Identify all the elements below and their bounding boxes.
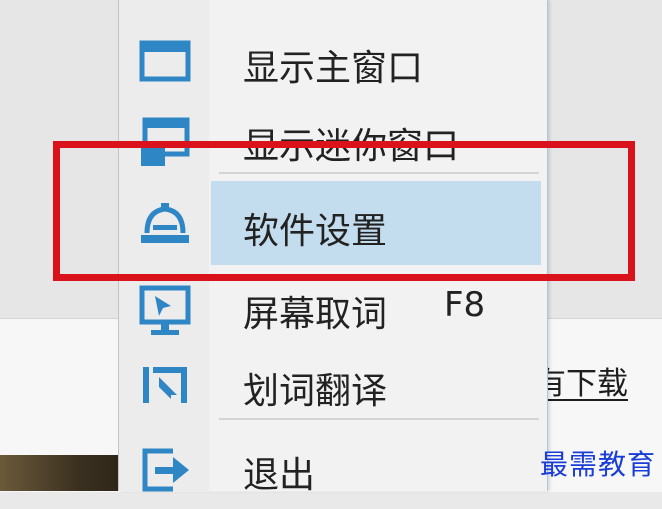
exit-icon <box>137 445 193 492</box>
menu-item-shortcut: F8 <box>444 285 486 325</box>
menu-item-label: 退出 <box>243 455 316 496</box>
menu-item-label: 屏幕取词 <box>243 294 388 335</box>
menu-item-exit[interactable]: 退出 <box>119 425 547 509</box>
main-window-icon <box>137 38 193 84</box>
background-thumbnail <box>0 455 130 491</box>
watermark-text: 最需教育 <box>540 448 657 481</box>
annotation-highlight-box <box>53 141 635 281</box>
menu-item-select-translate[interactable]: 划词翻译 <box>119 341 547 425</box>
screen-capture-icon <box>137 284 193 335</box>
menu-item-label: 划词翻译 <box>243 371 388 412</box>
menu-item-label: 显示主窗口 <box>243 48 424 89</box>
select-translate-icon <box>137 361 193 407</box>
background-link-text[interactable]: 有下载 <box>535 358 628 403</box>
menu-item-show-main-window[interactable]: 显示主窗口 <box>119 18 547 102</box>
menu-separator <box>219 418 539 420</box>
